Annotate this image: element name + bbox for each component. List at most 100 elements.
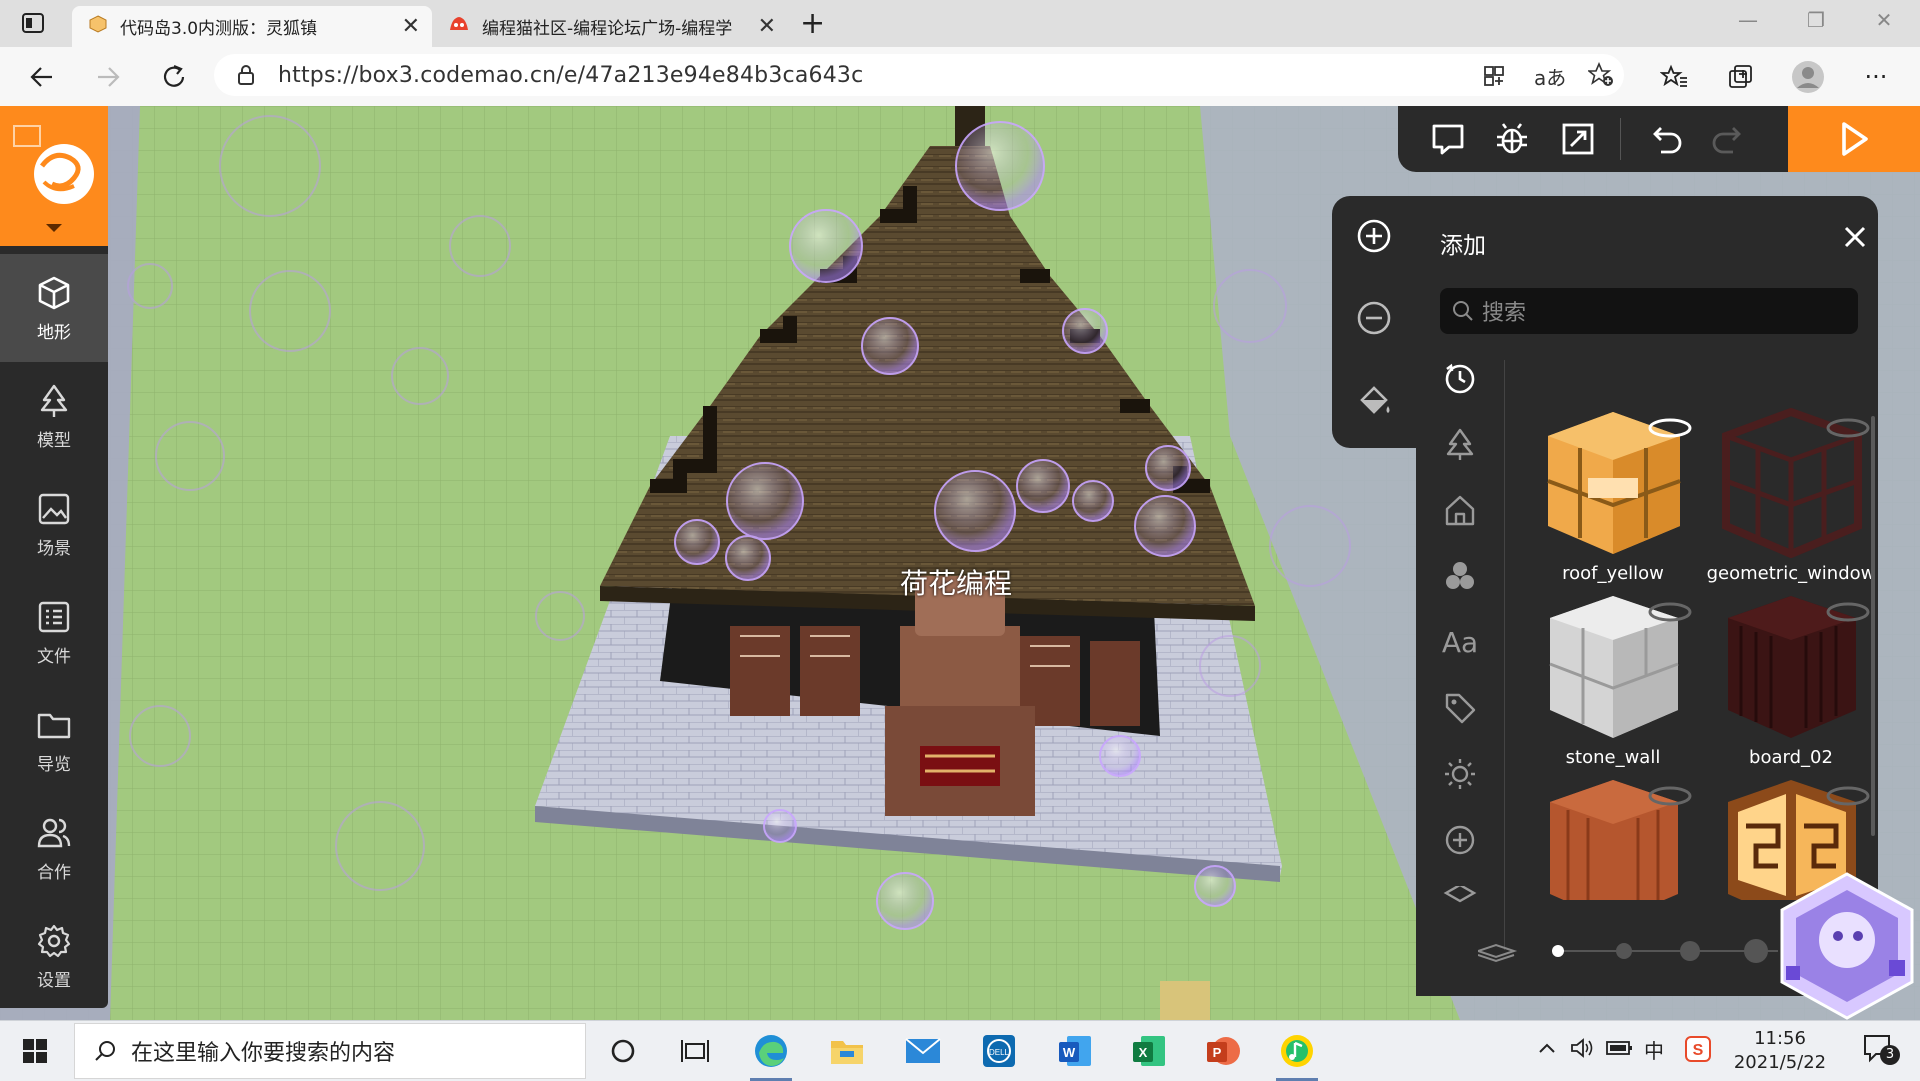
add-favorite-icon[interactable] [1586, 61, 1614, 94]
ime-indicator[interactable]: 中 [1644, 1035, 1664, 1064]
category-text[interactable]: Aa [1440, 622, 1480, 662]
taskbar-mail[interactable] [896, 1027, 950, 1075]
task-view-button[interactable] [668, 1027, 722, 1075]
tab-title: 编程猫社区-编程论坛广场-编程学 [482, 19, 733, 39]
player-name-tag: 荷花编程 [900, 567, 1013, 600]
lock-icon[interactable] [236, 64, 256, 92]
paint-block-button[interactable] [1354, 380, 1394, 424]
block-item-board-02[interactable]: board_02 [1706, 592, 1876, 772]
tab-actions-icon[interactable] [20, 10, 46, 36]
add-circle-icon [1357, 219, 1391, 253]
sidebar-item-collaborate[interactable]: 合作 [0, 794, 108, 902]
folder-icon [37, 713, 71, 738]
sogou-input-icon[interactable]: S [1684, 1035, 1712, 1067]
sidebar-item-file[interactable]: 文件 [0, 578, 108, 686]
back-button[interactable] [24, 59, 60, 95]
close-tab-icon[interactable]: ✕ [758, 14, 776, 39]
text-icon: Aa [1441, 625, 1479, 659]
block-item-roof-yellow[interactable]: roof_yellow [1528, 408, 1698, 588]
start-button[interactable] [8, 1027, 62, 1075]
taskbar-music-app[interactable] [1270, 1027, 1324, 1081]
panel-scrollbar[interactable] [1871, 416, 1875, 836]
new-tab-button[interactable]: + [800, 6, 825, 41]
profile-avatar[interactable] [1790, 59, 1826, 95]
pager-dot[interactable] [1552, 945, 1564, 957]
undo-button[interactable] [1646, 117, 1690, 161]
close-tab-icon[interactable]: ✕ [402, 14, 420, 39]
close-panel-button[interactable] [1840, 222, 1870, 252]
collections-icon[interactable] [1722, 59, 1758, 95]
block-item-geometric-window[interactable]: geometric_window [1706, 407, 1876, 588]
more-menu-icon[interactable]: ··· [1858, 59, 1894, 95]
category-shapes[interactable] [1440, 556, 1480, 596]
assistant-avatar[interactable] [1774, 870, 1920, 1020]
close-window-button[interactable]: ✕ [1862, 8, 1906, 38]
category-building[interactable] [1440, 490, 1480, 530]
taskbar-word[interactable]: W [1048, 1027, 1102, 1075]
sidebar-item-model[interactable]: 模型 [0, 362, 108, 470]
shapes-icon [1446, 562, 1474, 589]
taskbar-edge[interactable] [744, 1027, 798, 1081]
toolbar-divider [1620, 118, 1621, 160]
favorites-icon[interactable] [1656, 59, 1692, 95]
sidebar-item-scene[interactable]: 场景 [0, 470, 108, 578]
codemao-logo[interactable] [0, 106, 108, 246]
restore-button[interactable]: ❐ [1794, 8, 1838, 38]
chat-icon [1432, 124, 1464, 155]
add-block-button[interactable] [1354, 216, 1394, 260]
tray-expand-icon[interactable] [1536, 1037, 1558, 1063]
category-custom[interactable] [1440, 820, 1480, 860]
search-icon [1452, 300, 1474, 322]
taskbar-powerpoint[interactable]: P [1196, 1027, 1250, 1075]
sidebar-item-terrain[interactable]: 地形 [0, 254, 108, 362]
volume-icon[interactable] [1570, 1037, 1594, 1063]
sidebar-item-settings[interactable]: 设置 [0, 902, 108, 1010]
block-preview [1547, 412, 1692, 554]
tab-codemao-community[interactable]: 编程猫社区-编程论坛广场-编程学 ✕ [432, 6, 788, 47]
play-button[interactable] [1788, 106, 1920, 172]
redo-button[interactable] [1704, 117, 1748, 161]
battery-icon[interactable] [1606, 1039, 1634, 1061]
editor-sidebar: 地形 模型 场景 文件 导览 合作 设置 [0, 106, 108, 1008]
app-available-icon[interactable] [1482, 64, 1506, 94]
url-field[interactable]: https://box3.codemao.cn/e/47a213e94e84b3… [214, 54, 1624, 96]
block-preview [1550, 780, 1692, 900]
minimize-button[interactable]: — [1726, 8, 1770, 38]
add-circle-icon [1445, 825, 1475, 855]
taskbar-dell[interactable]: DELL [972, 1027, 1026, 1075]
debug-button[interactable] [1490, 117, 1534, 161]
pager-dot[interactable] [1616, 943, 1632, 959]
taskbar-excel[interactable]: X [1122, 1027, 1176, 1075]
refresh-button[interactable] [156, 59, 192, 95]
paint-bucket-icon [1360, 386, 1390, 414]
category-tag[interactable] [1440, 688, 1480, 728]
notification-center-button[interactable]: 3 [1862, 1033, 1902, 1069]
close-icon [1844, 226, 1866, 248]
codemao-favicon-icon [448, 14, 470, 39]
chat-button[interactable] [1426, 117, 1470, 161]
panel-title: 添加 [1440, 233, 1486, 259]
block-search-input[interactable]: 搜索 [1440, 288, 1858, 334]
block-item-wood-crate[interactable] [1528, 776, 1698, 900]
users-icon [37, 818, 71, 847]
pager-dot[interactable] [1680, 941, 1700, 961]
tab-codemao-island[interactable]: 代码岛3.0内测版：灵狐镇 ✕ [72, 6, 432, 47]
category-light[interactable] [1440, 754, 1480, 794]
system-clock[interactable]: 11:56 2021/5/22 [1720, 1027, 1840, 1075]
block-item-stone-wall[interactable]: stone_wall [1528, 592, 1698, 772]
sidebar-item-guide[interactable]: 导览 [0, 686, 108, 794]
sidebar-item-label: 地形 [37, 322, 71, 343]
category-layers[interactable] [1440, 886, 1480, 908]
remove-block-button[interactable] [1354, 298, 1394, 342]
taskbar-search-input[interactable]: 在这里输入你要搜索的内容 [74, 1023, 586, 1079]
cortana-button[interactable] [596, 1027, 650, 1075]
read-aloud-icon[interactable]: aあ [1534, 62, 1566, 91]
block-label: geometric_window [1706, 563, 1876, 584]
layers-icon [1443, 886, 1477, 903]
fullscreen-button[interactable] [1556, 117, 1600, 161]
category-nature[interactable] [1440, 424, 1480, 464]
category-recent[interactable] [1440, 358, 1480, 398]
pager-dot[interactable] [1744, 939, 1768, 963]
taskbar-explorer[interactable] [820, 1027, 874, 1075]
forward-button[interactable] [90, 59, 126, 95]
